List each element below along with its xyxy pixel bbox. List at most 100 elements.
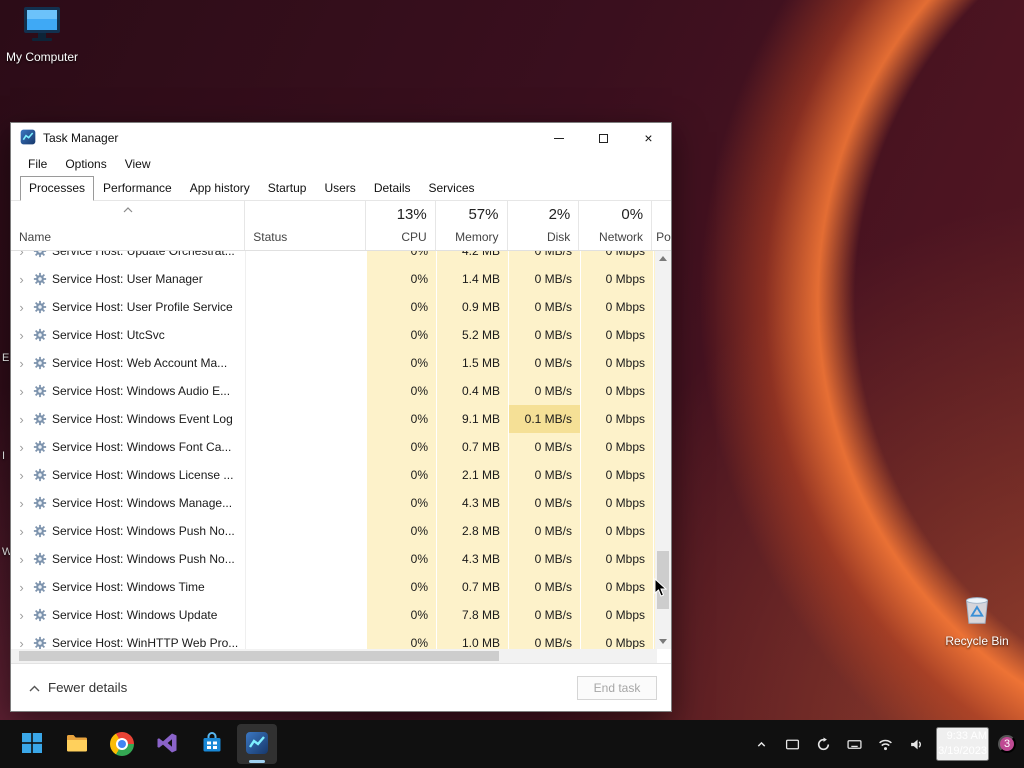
expand-chevron-icon[interactable]: › <box>15 272 28 287</box>
tab-app-history[interactable]: App history <box>181 176 259 201</box>
taskbar-clock[interactable]: 9:33 AM 3/19/2023 <box>936 727 989 761</box>
process-memory-value: 0.9 MB <box>436 293 508 321</box>
horizontal-scrollbar-thumb[interactable] <box>19 651 499 661</box>
menu-file[interactable]: File <box>20 155 55 173</box>
tab-services[interactable]: Services <box>420 176 484 201</box>
horizontal-scrollbar[interactable] <box>11 649 657 663</box>
service-gear-icon <box>33 636 47 649</box>
service-gear-icon <box>33 552 47 566</box>
expand-chevron-icon[interactable]: › <box>15 524 28 539</box>
taskbar-app-buttons <box>12 724 277 764</box>
expand-chevron-icon[interactable]: › <box>15 636 28 650</box>
minimize-button[interactable] <box>536 123 581 153</box>
expand-chevron-icon[interactable]: › <box>15 251 28 259</box>
process-row[interactable]: › Service Host: Windows Audio E... 0% 0.4 M… <box>11 377 657 405</box>
disk-total-percent: 2% <box>548 206 571 223</box>
process-row[interactable]: › Service Host: Windows Manage... 0% 4.3 MB… <box>11 489 657 517</box>
taskbar-task-manager-button[interactable] <box>237 724 277 764</box>
scroll-down-icon[interactable] <box>659 639 667 644</box>
expand-chevron-icon[interactable]: › <box>15 440 28 455</box>
process-row[interactable]: › Service Host: Update Orchestrat... 0% 4.2… <box>11 251 657 265</box>
expand-chevron-icon[interactable]: › <box>15 328 28 343</box>
process-network-value: 0 Mbps <box>580 293 653 321</box>
tray-volume-icon[interactable] <box>905 730 927 758</box>
system-tray: 9:33 AM 3/19/2023 3 <box>750 727 1016 761</box>
process-row[interactable]: › Service Host: User Manager 0% 1.4 MB 0 MB/… <box>11 265 657 293</box>
tab-details[interactable]: Details <box>365 176 420 201</box>
column-header-memory[interactable]: 57% Memory <box>434 201 507 250</box>
desktop-icon-my-computer[interactable]: My Computer <box>4 6 80 64</box>
close-icon: × <box>644 130 653 146</box>
service-gear-icon <box>33 328 47 342</box>
tab-processes[interactable]: Processes <box>20 176 95 201</box>
process-memory-value: 0.7 MB <box>436 433 508 461</box>
process-row[interactable]: › Service Host: Windows Time 0% 0.7 MB 0 MB/… <box>11 573 657 601</box>
start-button[interactable] <box>12 724 52 764</box>
expand-chevron-icon[interactable]: › <box>15 468 28 483</box>
close-button[interactable]: × <box>626 123 671 153</box>
desktop-icon-recycle-bin[interactable]: Recycle Bin <box>939 590 1015 648</box>
service-gear-icon <box>33 580 47 594</box>
maximize-button[interactable] <box>581 123 626 153</box>
window-titlebar[interactable]: Task Manager × <box>11 123 671 153</box>
process-cpu-value: 0% <box>366 629 436 649</box>
process-row[interactable]: › Service Host: Web Account Ma... 0% 1.5 MB… <box>11 349 657 377</box>
expand-chevron-icon[interactable]: › <box>15 608 28 623</box>
menu-options[interactable]: Options <box>57 155 114 173</box>
process-disk-value: 0 MB/s <box>508 251 580 265</box>
menu-view[interactable]: View <box>117 155 159 173</box>
task-manager-app-icon <box>20 129 36 148</box>
tab-startup[interactable]: Startup <box>259 176 316 201</box>
notification-badge[interactable]: 3 <box>998 735 1016 753</box>
tray-network-icon[interactable] <box>874 730 896 758</box>
column-header-disk[interactable]: 2% Disk <box>506 201 579 250</box>
expand-chevron-icon[interactable]: › <box>15 496 28 511</box>
process-row[interactable]: › Service Host: Windows Push No... 0% 4.3 M… <box>11 545 657 573</box>
tray-keyboard-icon[interactable] <box>843 730 865 758</box>
process-name: Service Host: Windows Push No... <box>52 524 235 538</box>
tab-users[interactable]: Users <box>315 176 364 201</box>
process-disk-value: 0 MB/s <box>508 433 580 461</box>
tab-performance[interactable]: Performance <box>94 176 181 201</box>
expand-chevron-icon[interactable]: › <box>15 552 28 567</box>
column-header-cpu[interactable]: 13% CPU <box>364 201 435 250</box>
expand-chevron-icon[interactable]: › <box>15 356 28 371</box>
taskbar-store-button[interactable] <box>192 724 232 764</box>
expand-chevron-icon[interactable]: › <box>15 580 28 595</box>
process-name-cell: › Service Host: Windows Push No... <box>11 517 245 545</box>
process-status-cell <box>245 349 366 377</box>
process-row[interactable]: › Service Host: Windows License ... 0% 2.1 … <box>11 461 657 489</box>
process-row[interactable]: › Service Host: Windows Font Ca... 0% 0.7 M… <box>11 433 657 461</box>
taskbar: 9:33 AM 3/19/2023 3 <box>0 720 1024 768</box>
scroll-up-icon[interactable] <box>659 256 667 261</box>
process-row[interactable]: › Service Host: Windows Update 0% 7.8 MB 0 M… <box>11 601 657 629</box>
end-task-button[interactable]: End task <box>577 675 657 700</box>
desktop: My Computer Recycle Bin Task Manager × F… <box>0 0 1024 768</box>
process-name: Service Host: Windows License ... <box>52 468 234 482</box>
column-header-name[interactable]: Name <box>11 201 244 250</box>
process-memory-value: 1.5 MB <box>436 349 508 377</box>
tray-chevron-up-icon[interactable] <box>750 730 772 758</box>
process-status-cell <box>245 321 366 349</box>
taskbar-file-explorer-button[interactable] <box>57 724 97 764</box>
expand-chevron-icon[interactable]: › <box>15 384 28 399</box>
column-header-status[interactable]: Status <box>244 201 365 250</box>
process-network-value: 0 Mbps <box>580 349 653 377</box>
column-header-network[interactable]: 0% Network <box>578 201 651 250</box>
taskbar-visual-studio-button[interactable] <box>147 724 187 764</box>
expand-chevron-icon[interactable]: › <box>15 300 28 315</box>
process-status-cell <box>245 433 366 461</box>
process-row[interactable]: › Service Host: User Profile Service 0% 0.9… <box>11 293 657 321</box>
tray-display-icon[interactable] <box>781 730 803 758</box>
process-row[interactable]: › Service Host: WinHTTP Web Pro... 0% 1.0 M… <box>11 629 657 649</box>
network-header-label: Network <box>599 230 644 244</box>
tray-sync-icon[interactable] <box>812 730 834 758</box>
expand-chevron-icon[interactable]: › <box>15 412 28 427</box>
process-name: Service Host: Update Orchestrat... <box>52 251 235 258</box>
process-row[interactable]: › Service Host: Windows Push No... 0% 2.8 M… <box>11 517 657 545</box>
fewer-details-toggle[interactable]: Fewer details <box>29 680 127 695</box>
visual-studio-icon <box>155 731 179 758</box>
process-row[interactable]: › Service Host: Windows Event Log 0% 9.1 MB… <box>11 405 657 433</box>
taskbar-chrome-button[interactable] <box>102 724 142 764</box>
process-row[interactable]: › Service Host: UtcSvc 0% 5.2 MB 0 MB/s 0 Mbp… <box>11 321 657 349</box>
